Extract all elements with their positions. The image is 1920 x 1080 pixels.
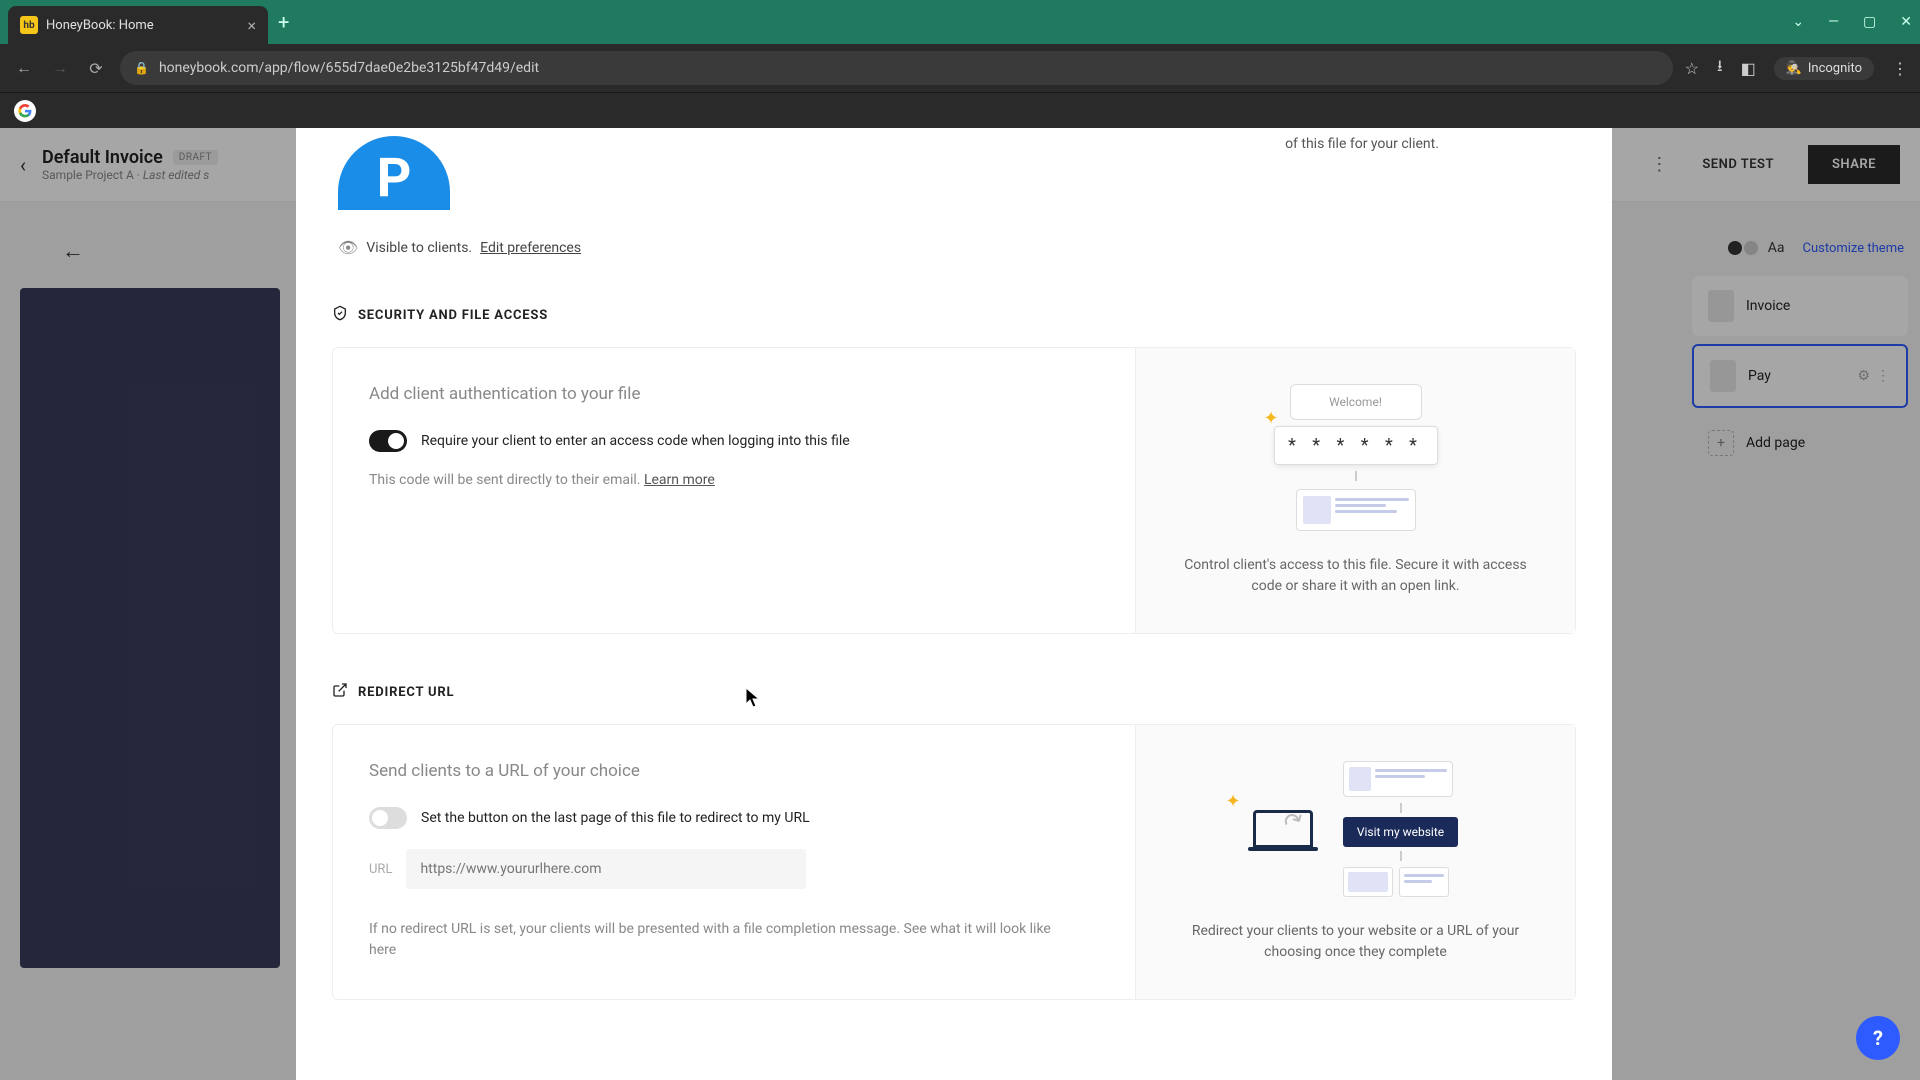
redirect-caption: Redirect your clients to your website or… <box>1172 921 1539 963</box>
lock-icon: 🔒 <box>134 61 149 75</box>
tab-title: HoneyBook: Home <box>46 18 239 33</box>
top-caption-fragment: of this file for your client. <box>1232 136 1492 152</box>
incognito-icon: 🕵️ <box>1786 61 1802 76</box>
maximize-icon[interactable]: ▢ <box>1863 14 1876 30</box>
bookmarks-bar <box>0 92 1920 128</box>
browser-toolbar: ← → ⟳ 🔒 honeybook.com/app/flow/655d7dae0… <box>0 44 1920 92</box>
url-label: URL <box>369 862 392 877</box>
shield-icon <box>332 305 348 325</box>
redirect-subtitle: Send clients to a URL of your choice <box>369 761 1079 781</box>
visibility-text: Visible to clients. <box>366 240 472 256</box>
minimize-icon[interactable]: — <box>1828 14 1839 30</box>
google-g-icon <box>18 104 32 118</box>
downloads-icon[interactable]: ⭳ <box>1717 55 1723 82</box>
tab-favicon: hb <box>20 16 38 34</box>
window-controls: ⌄ — ▢ ✕ <box>1792 14 1912 30</box>
security-caption: Control client's access to this file. Se… <box>1172 555 1539 597</box>
kebab-menu-icon[interactable]: ⋮ <box>1892 59 1908 78</box>
reload-icon[interactable]: ⟳ <box>84 59 108 78</box>
google-bookmark-icon[interactable] <box>14 100 36 122</box>
logo-letter: P <box>377 152 412 206</box>
access-code-toggle[interactable] <box>369 430 407 452</box>
address-bar[interactable]: 🔒 honeybook.com/app/flow/655d7dae0e2be31… <box>120 51 1673 85</box>
redirect-url-input[interactable] <box>406 849 806 889</box>
tab-search-icon[interactable]: ⌄ <box>1792 14 1804 30</box>
new-tab-button[interactable]: + <box>278 10 289 34</box>
help-fab-button[interactable]: ? <box>1856 1016 1900 1060</box>
close-icon[interactable]: × <box>247 16 256 35</box>
redirect-heading: REDIRECT URL <box>358 685 454 700</box>
edit-preferences-link[interactable]: Edit preferences <box>480 240 581 256</box>
brand-logo[interactable]: P <box>338 136 450 210</box>
security-subtitle: Add client authentication to your file <box>369 384 1079 404</box>
close-window-icon[interactable]: ✕ <box>1900 14 1912 30</box>
back-icon[interactable]: ← <box>12 58 36 78</box>
bookmark-star-icon[interactable]: ☆ <box>1685 59 1699 78</box>
forward-icon[interactable]: → <box>48 58 72 78</box>
external-link-icon <box>332 682 348 702</box>
security-illustration: ✦ Welcome! * * * * * * <box>1266 384 1446 531</box>
security-heading: SECURITY AND FILE ACCESS <box>358 308 548 323</box>
eye-icon: 👁 <box>338 238 358 257</box>
learn-more-link[interactable]: Learn more <box>644 472 715 488</box>
access-code-toggle-label: Require your client to enter an access c… <box>421 433 850 449</box>
redirect-illustration: ✦ ↷ Visit my website <box>1226 761 1486 897</box>
sparkle-icon: ✦ <box>1264 408 1279 429</box>
redirect-footer-text: If no redirect URL is set, your clients … <box>369 919 1079 961</box>
settings-modal: of this file for your client. P 👁 Visibl… <box>296 128 1612 1080</box>
redirect-toggle[interactable] <box>369 807 407 829</box>
browser-tab-strip: hb HoneyBook: Home × + ⌄ — ▢ ✕ <box>0 0 1920 44</box>
security-help-text: This code will be sent directly to their… <box>369 472 640 488</box>
incognito-badge[interactable]: 🕵️ Incognito <box>1774 57 1874 80</box>
sidepanel-icon[interactable]: ◧ <box>1741 59 1756 78</box>
sparkle-icon: ✦ <box>1226 791 1241 812</box>
redirect-toggle-label: Set the button on the last page of this … <box>421 810 810 826</box>
url-text: honeybook.com/app/flow/655d7dae0e2be3125… <box>159 60 539 76</box>
browser-tab[interactable]: hb HoneyBook: Home × <box>8 6 268 44</box>
